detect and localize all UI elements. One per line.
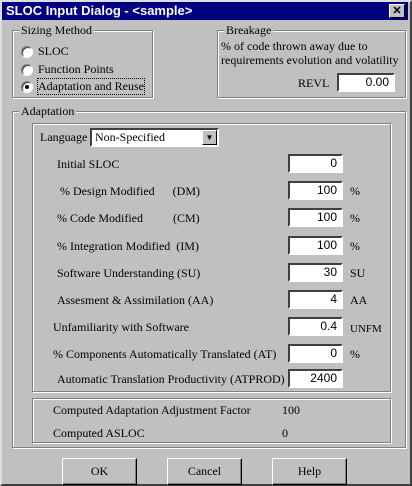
ok-button[interactable]: OK [62,458,137,485]
row-input[interactable]: 100 [288,208,343,227]
radio-label: SLOC [38,44,69,58]
breakage-desc: requirements evolution and volatility [221,53,399,67]
aaf-value: 100 [282,403,300,417]
radio-icon [21,45,33,58]
aaf-label: Computed Adaptation Adjustment Factor [53,403,251,417]
asloc-label: Computed ASLOC [53,426,145,440]
radio-adaptation-reuse[interactable]: Adaptation and Reuse [21,78,145,95]
radio-label: Function Points [38,62,114,76]
row-unit: AA [350,293,368,307]
asloc-value: 0 [282,426,288,440]
breakage-desc: % of code thrown away due to [221,39,368,53]
help-button[interactable]: Help [272,458,347,485]
row-input[interactable]: 0.4 [288,317,343,336]
radio-label: Adaptation and Reuse [37,78,145,95]
row-unit: % [350,211,360,225]
radio-icon [21,63,33,76]
row-unit: % [350,184,360,198]
language-value: Non-Specified [95,130,165,144]
row-label: Assesment & Assimilation (AA) [57,293,214,307]
revl-label: REVL [298,76,330,90]
row-label: Automatic Translation Productivity (ATPR… [57,372,285,386]
sizing-method-group: Sizing Method SLOC Function Points Adapt… [12,23,153,98]
row-unit: % [350,239,360,253]
revl-input[interactable]: 0.00 [337,73,395,92]
row-input[interactable]: 100 [288,236,343,255]
radio-sloc[interactable]: SLOC [21,44,69,59]
title-bar: SLOC Input Dialog - <sample> ✕ [2,2,408,20]
sizing-method-legend: Sizing Method [19,23,94,37]
row-label: % Design Modified (DM) [57,184,200,198]
breakage-group: Breakage % of code thrown away due to re… [217,23,406,98]
row-input[interactable]: 0 [288,154,343,173]
row-input[interactable]: 4 [288,290,343,309]
row-label: % Code Modified (CM) [57,211,200,225]
row-input[interactable]: 30 [288,263,343,282]
radio-selected-icon [21,80,33,93]
chevron-down-icon[interactable]: ▼ [202,130,217,145]
row-input[interactable]: 100 [288,181,343,200]
dialog-title: SLOC Input Dialog - <sample> [6,3,193,18]
adaptation-legend: Adaptation [19,104,77,118]
row-label: % Components Automatically Translated (A… [53,347,277,361]
row-label: % Integration Modified (IM) [57,239,199,253]
close-icon: ✕ [392,5,402,17]
row-input[interactable]: 0 [288,344,343,363]
row-unit: % [350,347,360,361]
language-select[interactable]: Non-Specified ▼ [90,128,219,147]
close-button[interactable]: ✕ [389,4,405,18]
row-unit: SU [350,266,366,280]
breakage-legend: Breakage [224,23,274,37]
cancel-button[interactable]: Cancel [167,458,242,485]
row-unit: UNFM [350,323,382,335]
row-label: Initial SLOC [57,157,120,171]
radio-function-points[interactable]: Function Points [21,62,114,77]
row-label: Unfamiliarity with Software [53,320,189,334]
row-input[interactable]: 2400 [288,369,343,388]
language-label: Language [40,130,88,144]
row-label: Software Understanding (SU) [57,266,201,280]
